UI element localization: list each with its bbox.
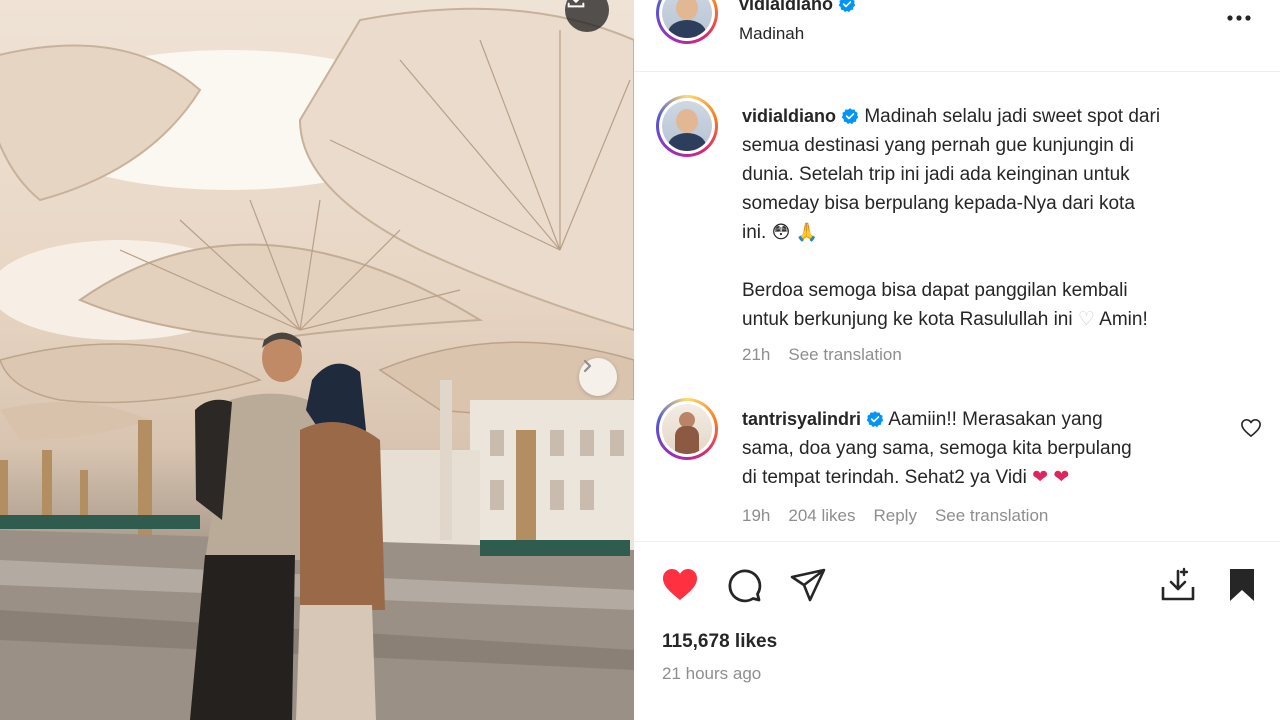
- caption-line: untuk berkunjung ke kota Rasulullah ini: [742, 309, 1073, 330]
- comment-icon[interactable]: [724, 565, 764, 605]
- caption-line: Amin!: [1099, 309, 1148, 330]
- caption-line: semua destinasi yang pernah gue kunjungi…: [742, 135, 1134, 156]
- caption-meta: 21h See translation: [742, 345, 920, 365]
- red-heart-emoji-icon: ❤: [1053, 466, 1070, 488]
- post-header: vidialdiano Madinah: [634, 0, 1280, 72]
- post-action-bar: 115,678 likes 21 hours ago: [634, 541, 1280, 720]
- photo-illustration: [0, 7, 634, 720]
- post-details-panel: vidialdiano Madinah vidialdiano Madinah …: [634, 0, 1280, 720]
- comment-timestamp[interactable]: 19h: [742, 506, 770, 525]
- verified-badge-icon: [841, 108, 859, 125]
- emoji-praying-hands-icon: 🙏: [795, 222, 819, 243]
- caption-line: ini.: [742, 222, 767, 243]
- verified-badge-icon: [866, 411, 884, 428]
- white-heart-icon: ♡: [1077, 309, 1095, 330]
- more-options-icon[interactable]: [1224, 8, 1254, 28]
- caption-timestamp[interactable]: 21h: [742, 345, 770, 364]
- caption-line: dunia. Setelah trip ini jadi ada keingin…: [742, 164, 1130, 185]
- comment: tantrisyalindri Aamiin!! Merasakan yang …: [742, 405, 1222, 492]
- post-photo[interactable]: [0, 0, 634, 720]
- save-collection-icon[interactable]: [1158, 565, 1198, 605]
- post-likes-count[interactable]: 115,678 likes: [662, 631, 777, 653]
- caption-line: someday bisa berpulang kepada-Nya dari k…: [742, 193, 1135, 214]
- emoji-flushed-icon: 😳: [771, 222, 791, 243]
- red-heart-emoji-icon: ❤: [1032, 466, 1049, 488]
- heart-filled-icon[interactable]: [660, 565, 700, 605]
- download-icon: [567, 0, 585, 8]
- bookmark-filled-icon[interactable]: [1222, 565, 1262, 605]
- next-photo-button[interactable]: [579, 358, 617, 396]
- header-author: vidialdiano: [739, 0, 856, 15]
- caption-author-username[interactable]: vidialdiano: [742, 106, 836, 126]
- caption-author-avatar[interactable]: [656, 95, 718, 157]
- commenter-username[interactable]: tantrisyalindri: [742, 409, 861, 429]
- caption-line: Berdoa semoga bisa dapat panggilan kemba…: [742, 280, 1128, 301]
- post-location[interactable]: Madinah: [739, 24, 804, 44]
- send-icon[interactable]: [788, 565, 828, 605]
- author-username[interactable]: vidialdiano: [739, 0, 833, 14]
- caption-line: Madinah selalu jadi sweet spot dari: [864, 106, 1161, 127]
- comment-meta: 19h 204 likes Reply See translation: [742, 506, 1066, 526]
- commenter-avatar[interactable]: [656, 398, 718, 460]
- comment-reply-button[interactable]: Reply: [873, 506, 916, 525]
- caption-see-translation[interactable]: See translation: [788, 345, 901, 364]
- chevron-right-icon: [583, 359, 592, 373]
- comment-line: sama, doa yang sama, semoga kita berpula…: [742, 438, 1132, 459]
- post-time-ago[interactable]: 21 hours ago: [662, 664, 761, 684]
- post-caption: vidialdiano Madinah selalu jadi sweet sp…: [742, 102, 1242, 334]
- comment-line: di tempat terindah. Sehat2 ya Vidi: [742, 467, 1027, 488]
- verified-badge-icon: [838, 0, 856, 13]
- comment-like-icon[interactable]: [1240, 418, 1262, 438]
- author-avatar[interactable]: [656, 0, 718, 44]
- comment-line: Aamiin!! Merasakan yang: [888, 409, 1103, 430]
- comment-likes-count[interactable]: 204 likes: [788, 506, 855, 525]
- comment-see-translation[interactable]: See translation: [935, 506, 1048, 525]
